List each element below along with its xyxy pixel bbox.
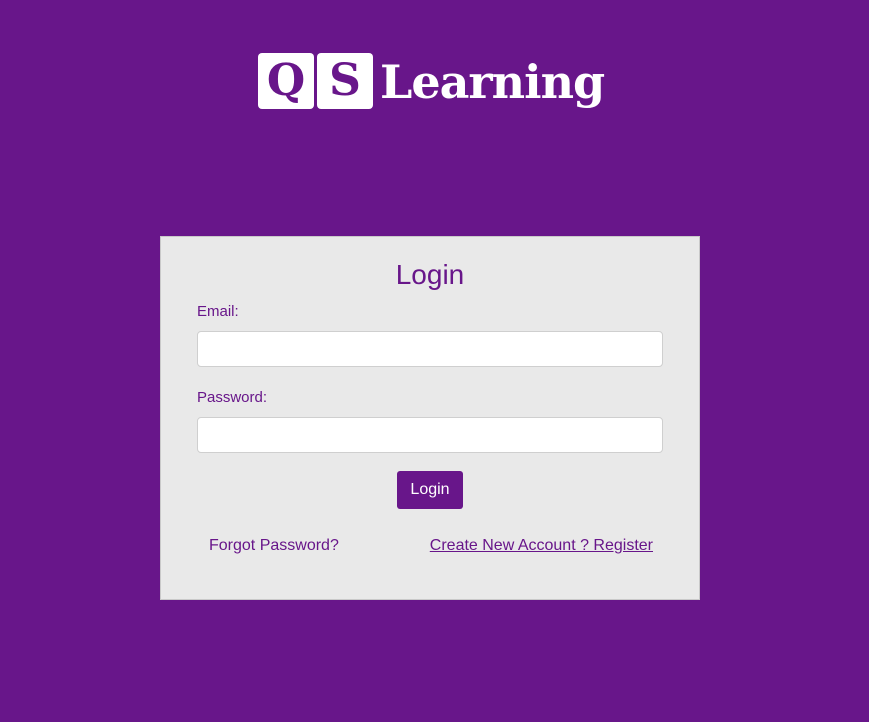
password-label: Password: bbox=[197, 389, 268, 406]
email-label: Email: bbox=[197, 303, 239, 320]
register-link[interactable]: Create New Account ? Register bbox=[430, 536, 653, 556]
logo-wordmark: Learning bbox=[380, 55, 605, 109]
login-card: Login Email: Password: Login Forgot Pass… bbox=[160, 236, 700, 600]
logo-tile-q: Q bbox=[258, 53, 314, 109]
login-title: Login bbox=[395, 259, 465, 290]
password-input[interactable] bbox=[197, 417, 663, 453]
email-input[interactable] bbox=[197, 331, 663, 367]
login-page: Q S Learning Login Email: Password: Logi… bbox=[0, 0, 869, 722]
login-button[interactable]: Login bbox=[397, 471, 463, 509]
site-logo[interactable]: Q S Learning bbox=[258, 52, 605, 110]
forgot-password-link[interactable]: Forgot Password? bbox=[209, 536, 339, 556]
logo-tile-s: S bbox=[317, 53, 373, 109]
